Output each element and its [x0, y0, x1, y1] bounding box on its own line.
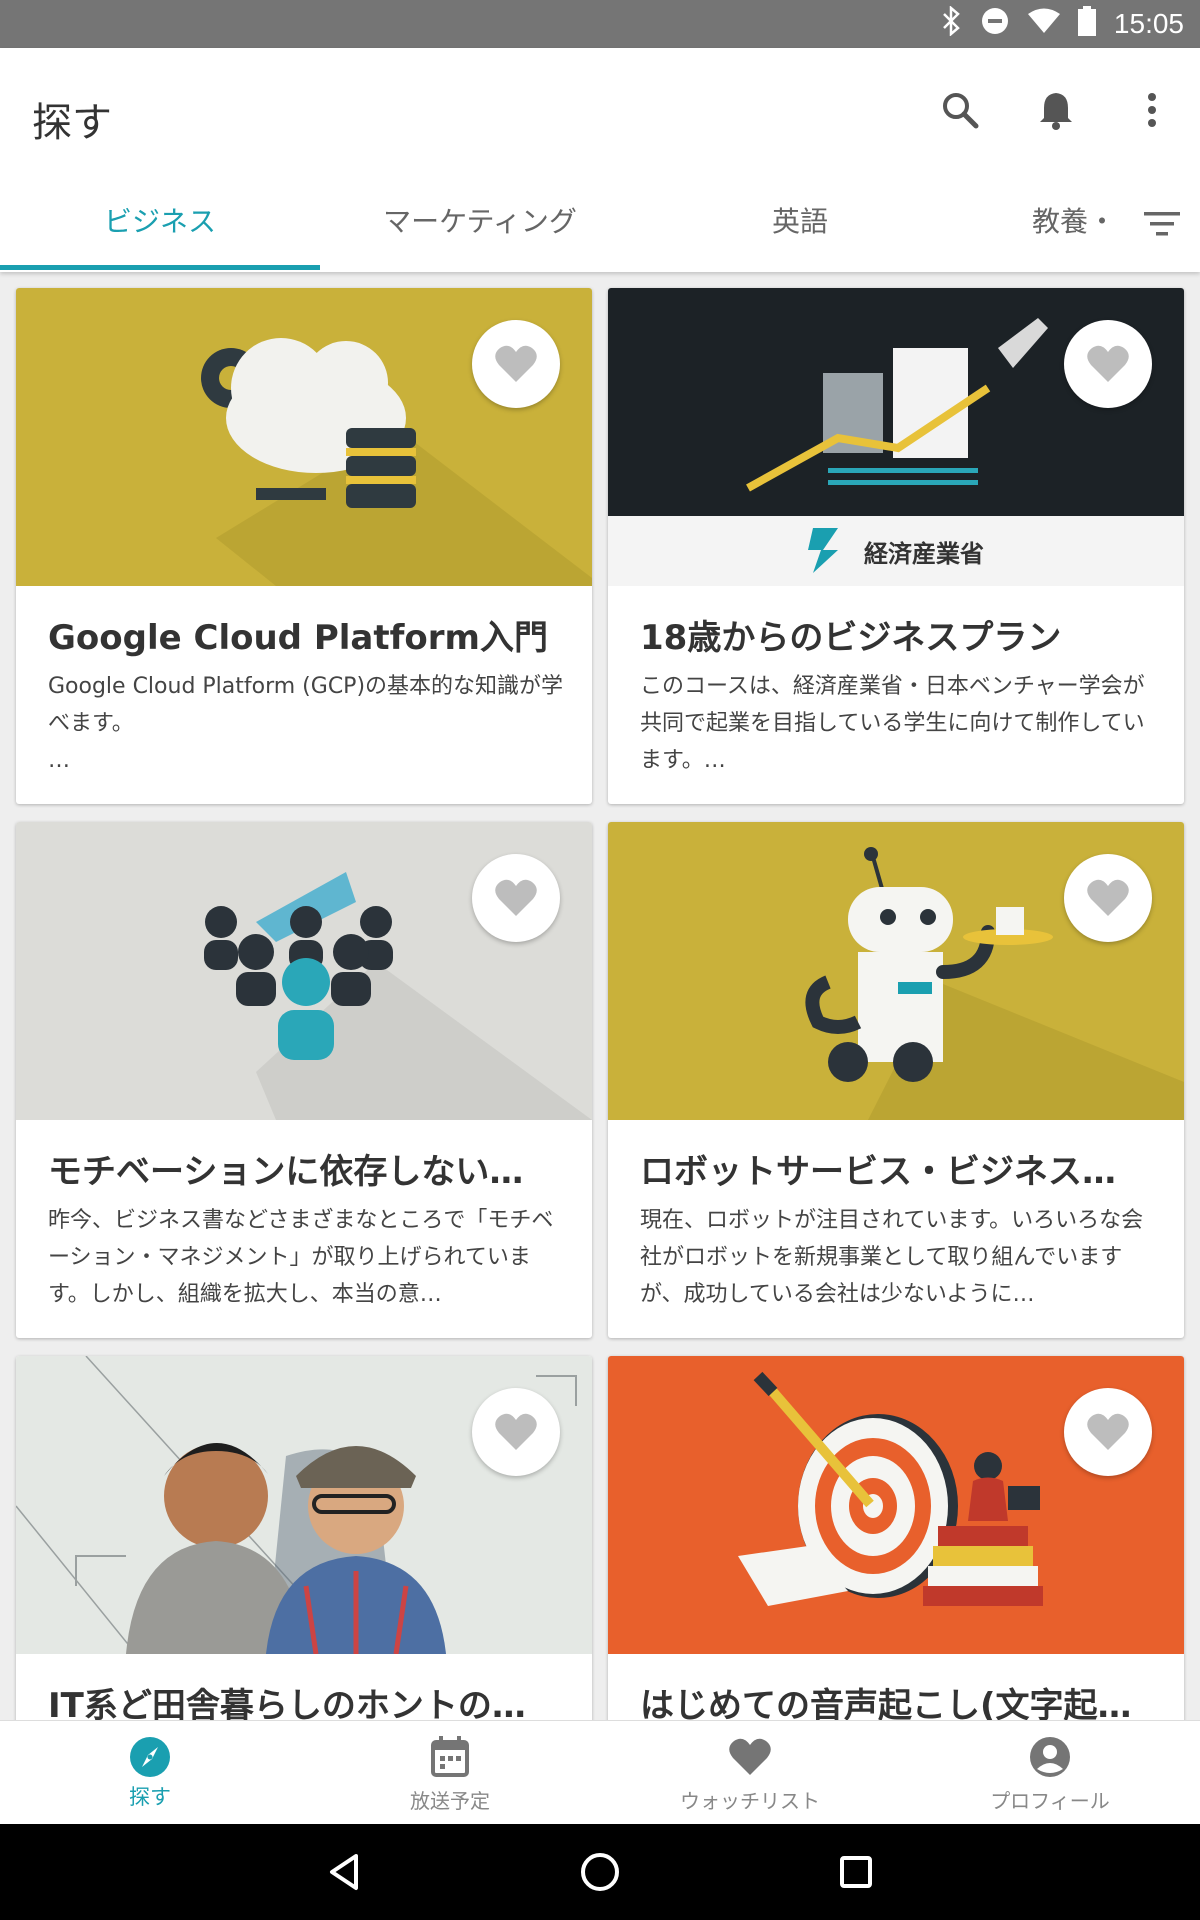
course-description: Google Cloud Platform (GCP)の基本的な知識が学べます。… [48, 674, 564, 773]
nav-schedule[interactable]: 放送予定 [300, 1721, 600, 1825]
course-description: このコースは、経済産業省・日本ベンチャー学会が共同で起業を目指している学生に向け… [640, 674, 1145, 773]
calendar-icon [428, 1735, 472, 1779]
heart-icon [728, 1735, 772, 1779]
tab-english[interactable]: 英語 [640, 174, 960, 270]
tab-marketing[interactable]: マーケティング [320, 174, 640, 270]
nav-label: 放送予定 [410, 1789, 490, 1813]
course-card[interactable]: IT系ど田舎暮らしのホントの… [16, 1356, 592, 1720]
system-navigation-bar [0, 1824, 1200, 1920]
nav-explore[interactable]: 探す [0, 1721, 300, 1825]
favorite-button[interactable] [472, 854, 560, 942]
filter-icon[interactable] [1142, 204, 1182, 244]
app-bar: 探す ビジネス マーケティング 英語 教養・ [0, 48, 1200, 272]
nav-label: プロフィール [990, 1789, 1110, 1813]
bell-icon[interactable] [1032, 86, 1080, 134]
course-card[interactable]: モチベーションに依存しない… 昨今、ビジネス書などさまざまなところで「モチベーシ… [16, 822, 592, 1338]
more-vert-icon[interactable] [1128, 86, 1176, 134]
nav-watchlist[interactable]: ウォッチリスト [600, 1721, 900, 1825]
course-title: はじめての音声起こし(文字起… [640, 1686, 1132, 1720]
course-card[interactable]: 経済産業省 18歳からのビジネスプラン このコースは、経済産業省・日本ベンチャー… [608, 288, 1184, 804]
back-icon[interactable] [316, 1844, 372, 1900]
course-card[interactable]: Google Cloud Platform入門 Google Cloud Pla… [16, 288, 592, 804]
course-card[interactable]: ロボットサービス・ビジネス… 現在、ロボットが注目されています。いろいろな会社が… [608, 822, 1184, 1338]
tab-indicator [0, 265, 320, 270]
recents-icon[interactable] [828, 1844, 884, 1900]
favorite-button[interactable] [1064, 320, 1152, 408]
tab-business[interactable]: ビジネス [0, 174, 320, 270]
course-description: 現在、ロボットが注目されています。いろいろな会社がロボットを新規事業として取り組… [640, 1208, 1144, 1307]
course-title: モチベーションに依存しない… [48, 1152, 524, 1192]
nav-profile[interactable]: プロフィール [900, 1721, 1200, 1825]
bottom-navigation: 探す 放送予定 ウォッチリスト プロフィール [0, 1720, 1200, 1824]
status-time: 15:05 [1113, 8, 1184, 39]
compass-icon [128, 1735, 172, 1779]
search-icon[interactable] [936, 86, 984, 134]
thumb-caption: 経済産業省 [864, 540, 984, 568]
course-title: ロボットサービス・ビジネス… [640, 1152, 1116, 1192]
page-title: 探す [32, 100, 112, 146]
favorite-button[interactable] [1064, 854, 1152, 942]
course-title: IT系ど田舎暮らしのホントの… [48, 1686, 526, 1720]
wifi-icon [1027, 7, 1060, 42]
course-title: Google Cloud Platform入門 [48, 618, 548, 658]
tab-culture[interactable]: 教養・ [1032, 174, 1116, 270]
category-tabs: ビジネス マーケティング 英語 教養・ [0, 174, 1200, 270]
status-bar: 15:05 [0, 0, 1200, 48]
home-icon[interactable] [572, 1844, 628, 1900]
bluetooth-icon [940, 4, 962, 43]
course-description: 昨今、ビジネス書などさまざまなところで「モチベーション・マネジメント」が取り上げ… [48, 1208, 554, 1307]
favorite-button[interactable] [1064, 1388, 1152, 1476]
favorite-button[interactable] [472, 320, 560, 408]
nav-label: 探す [129, 1785, 171, 1809]
course-title: 18歳からのビジネスプラン [640, 618, 1062, 658]
course-card[interactable]: はじめての音声起こし(文字起… [608, 1356, 1184, 1720]
battery-icon [1077, 5, 1096, 43]
account-icon [1028, 1735, 1072, 1779]
course-grid: Google Cloud Platform入門 Google Cloud Pla… [0, 272, 1200, 1720]
nav-label: ウォッチリスト [680, 1789, 820, 1813]
do-not-disturb-icon [980, 6, 1010, 43]
favorite-button[interactable] [472, 1388, 560, 1476]
